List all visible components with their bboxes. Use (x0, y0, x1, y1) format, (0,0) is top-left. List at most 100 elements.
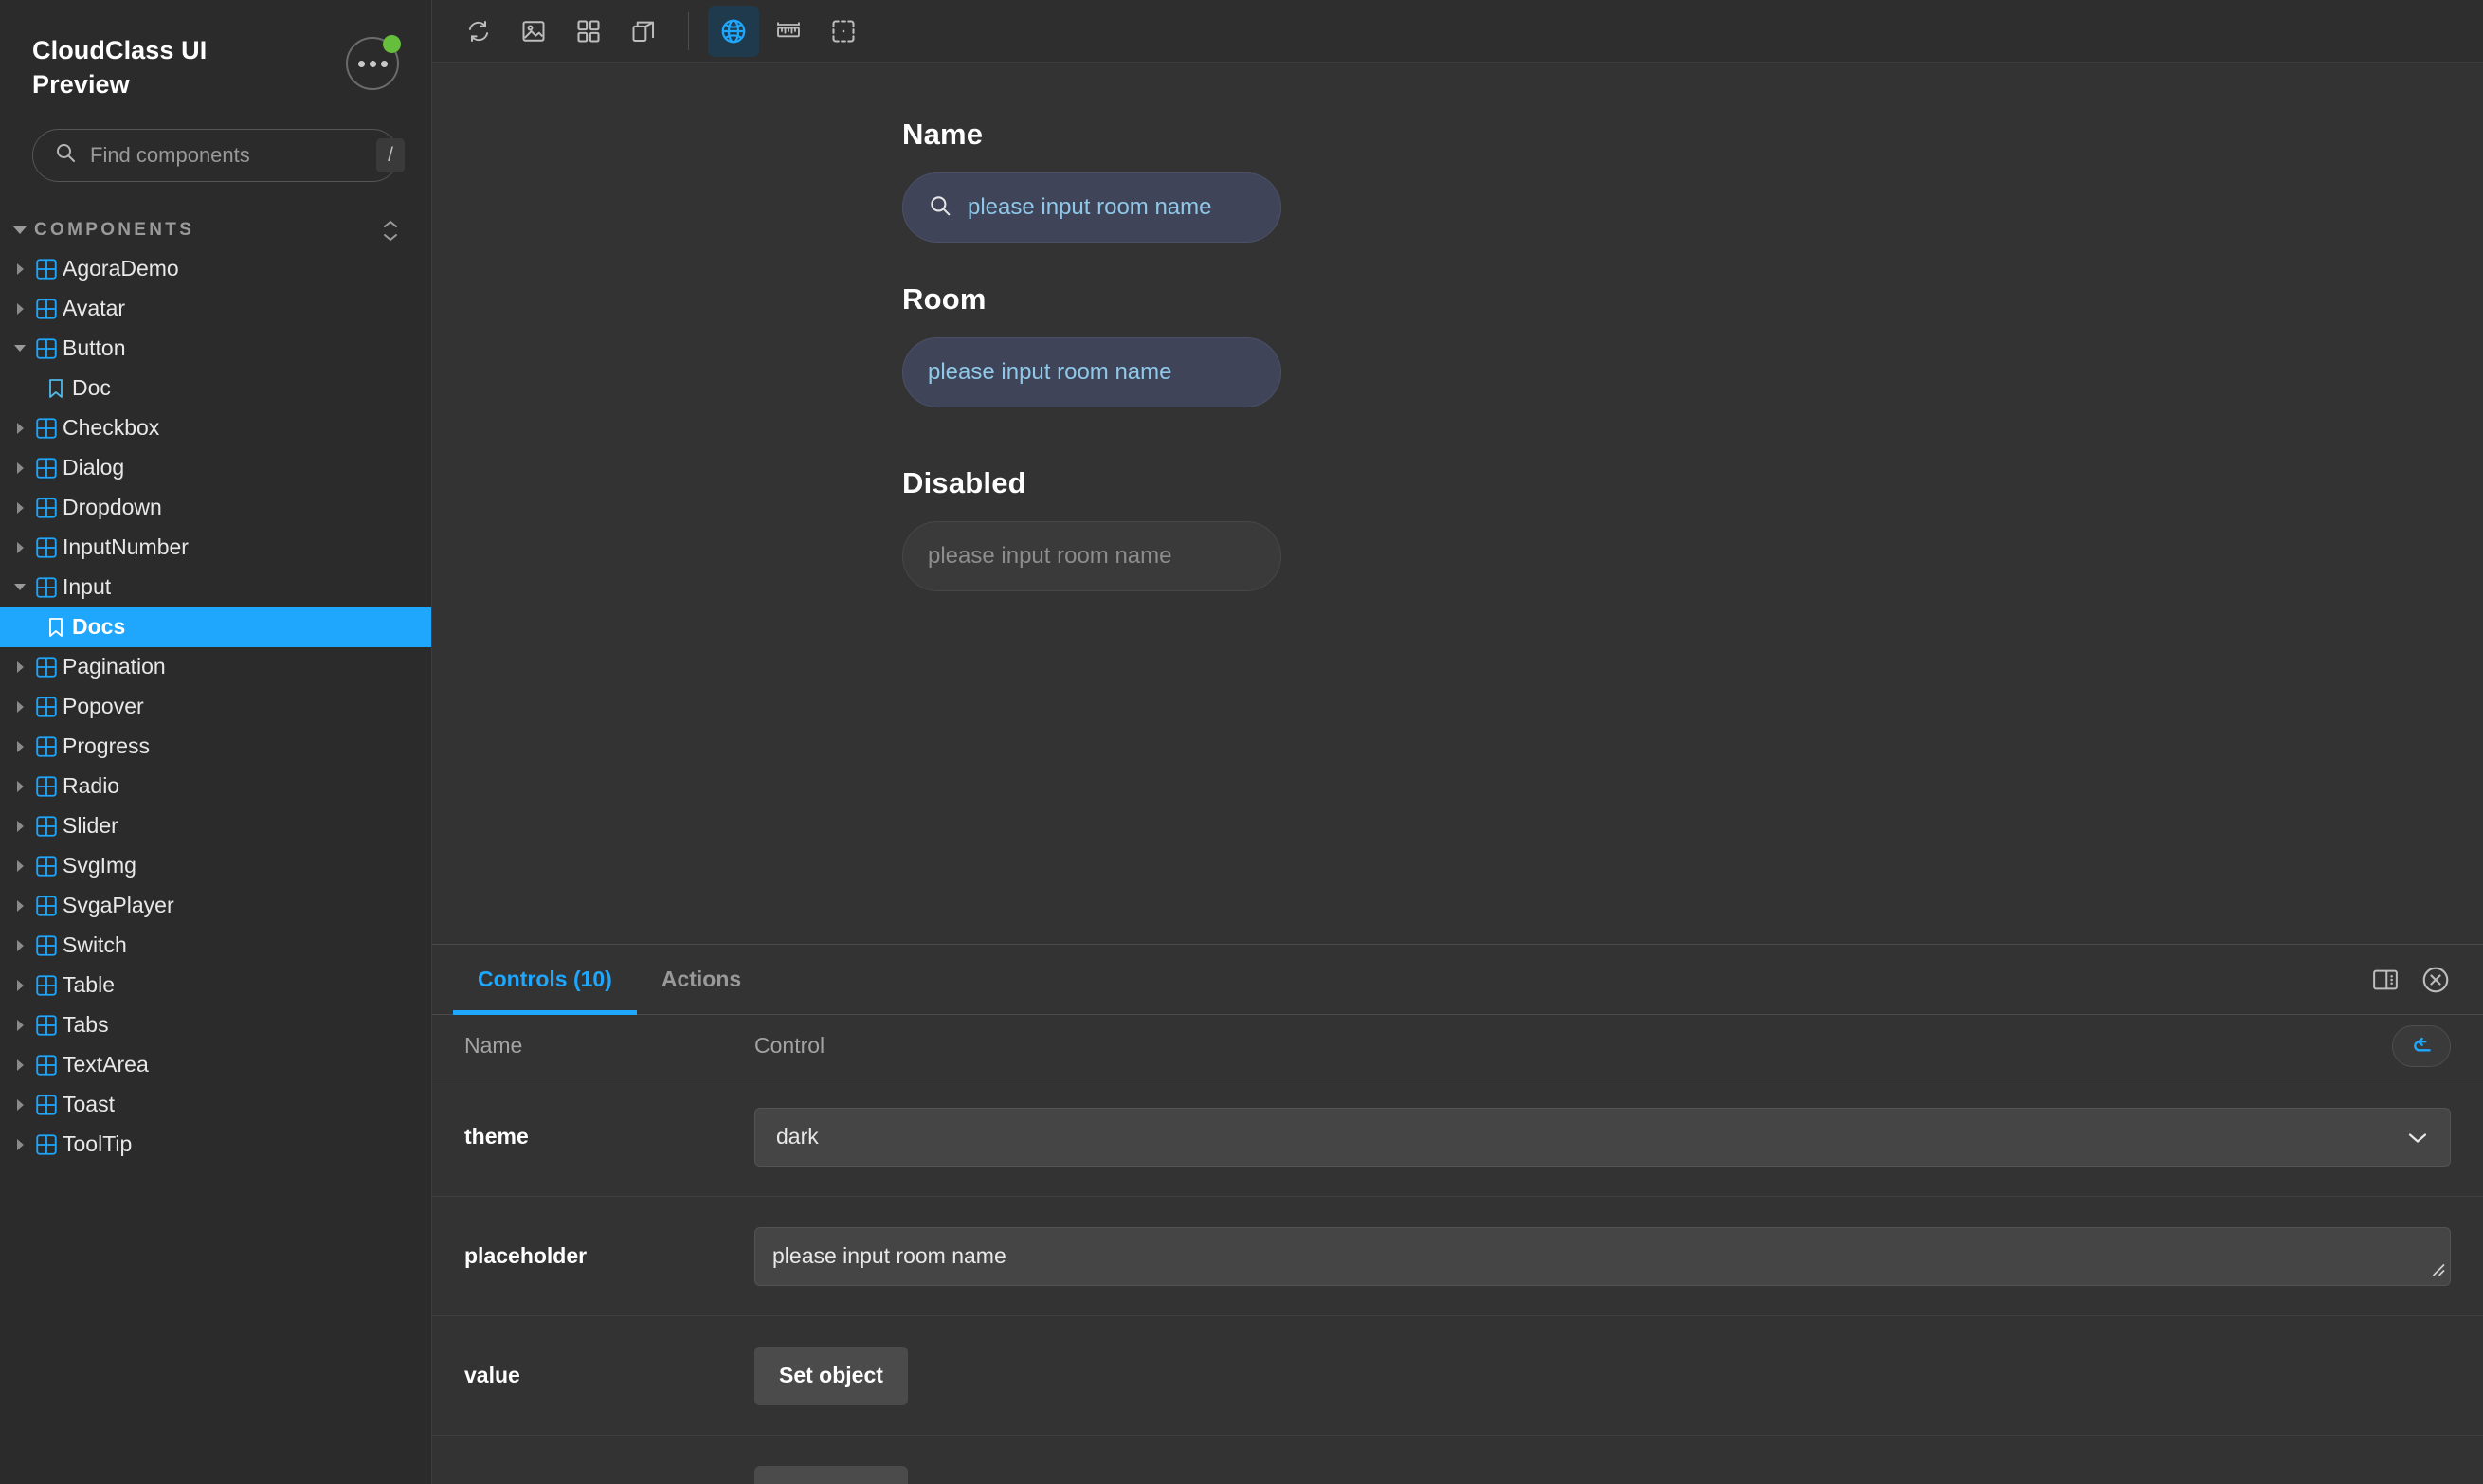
preview-input-name[interactable]: please input room name (902, 172, 1281, 243)
chevron-right-icon[interactable] (9, 262, 30, 275)
chevron-right-icon[interactable] (9, 860, 30, 872)
sidebar-item-doc[interactable]: Doc (0, 369, 431, 408)
component-grid-icon (30, 973, 63, 998)
sidebar-item-svgimg[interactable]: SvgImg (0, 846, 431, 886)
toolbar-grid-icon[interactable] (563, 6, 614, 57)
chevron-right-icon[interactable] (9, 1098, 30, 1111)
control-select-value: dark (776, 1124, 819, 1149)
toolbar-selection-icon[interactable] (818, 6, 869, 57)
component-grid-icon (30, 456, 63, 480)
chevron-right-icon[interactable] (9, 979, 30, 991)
sidebar-item-label: SvgImg (63, 853, 136, 878)
sidebar-item-label: ToolTip (63, 1131, 133, 1157)
component-grid-icon (30, 257, 63, 281)
sidebar-item-table[interactable]: Table (0, 966, 431, 1005)
chevron-right-icon[interactable] (9, 820, 30, 832)
component-grid-icon (30, 535, 63, 560)
component-grid-icon (30, 734, 63, 759)
control-row-placeholder: placeholder please input room name (432, 1197, 2483, 1316)
chevron-right-icon[interactable] (9, 1019, 30, 1031)
chevron-down-icon[interactable] (9, 584, 30, 591)
sidebar-item-input[interactable]: Input (0, 568, 431, 607)
sidebar-item-svgaplayer[interactable]: SvgaPlayer (0, 886, 431, 926)
sidebar-item-popover[interactable]: Popover (0, 687, 431, 727)
toolbar-globe-icon[interactable] (708, 5, 759, 57)
sidebar-item-tabs[interactable]: Tabs (0, 1005, 431, 1045)
sidebar-item-progress[interactable]: Progress (0, 727, 431, 767)
chevron-right-icon[interactable] (9, 541, 30, 553)
control-row-size: sizeSet object (432, 1436, 2483, 1484)
control-name: theme (464, 1124, 529, 1149)
preview-block-heading: Name (902, 118, 984, 151)
chevron-right-icon[interactable] (9, 700, 30, 713)
toolbar-ruler-icon[interactable] (763, 6, 814, 57)
search-input[interactable] (90, 142, 363, 168)
sidebar-item-label: Button (63, 335, 126, 361)
control-cell: please input room name (754, 1226, 2451, 1286)
control-select-theme[interactable]: dark (754, 1107, 2451, 1167)
control-set-object-value[interactable]: Set object (754, 1346, 908, 1405)
preview-block-name: Name please input room name (902, 118, 2483, 243)
control-cell: Set object (754, 1465, 2451, 1484)
control-cell: dark (754, 1107, 2451, 1167)
control-textarea-placeholder[interactable]: please input room name (754, 1226, 2451, 1286)
component-grid-icon (30, 575, 63, 600)
chevron-right-icon[interactable] (9, 302, 30, 315)
sidebar-item-slider[interactable]: Slider (0, 806, 431, 846)
reset-controls-button[interactable] (2392, 1024, 2451, 1067)
search-shortcut-key: / (376, 137, 405, 172)
chevron-right-icon[interactable] (9, 422, 30, 434)
panel-tab-bar: Controls (10) Actions (432, 945, 2483, 1015)
preview-block-heading: Room (902, 282, 987, 316)
sidebar: CloudClass UI Preview / COMPONENTS (0, 0, 432, 1484)
chevron-down-icon (13, 226, 27, 235)
toolbar-remount-icon[interactable] (453, 6, 504, 57)
sidebar-item-button[interactable]: Button (0, 329, 431, 369)
sidebar-item-toast[interactable]: Toast (0, 1085, 431, 1125)
tab-actions[interactable]: Actions (637, 945, 766, 1014)
sidebar-item-label: AgoraDemo (63, 256, 179, 281)
sidebar-item-radio[interactable]: Radio (0, 767, 431, 806)
sidebar-item-dropdown[interactable]: Dropdown (0, 488, 431, 528)
chevron-right-icon[interactable] (9, 1059, 30, 1071)
control-set-object-size[interactable]: Set object (754, 1465, 908, 1484)
sidebar-item-inputnumber[interactable]: InputNumber (0, 528, 431, 568)
sidebar-item-checkbox[interactable]: Checkbox (0, 408, 431, 448)
sidebar-item-pagination[interactable]: Pagination (0, 647, 431, 687)
search-box[interactable]: / (32, 128, 405, 182)
chevron-down-icon[interactable] (9, 345, 30, 353)
components-section-header[interactable]: COMPONENTS (0, 220, 431, 242)
control-name: placeholder (464, 1243, 588, 1268)
chevron-right-icon[interactable] (9, 899, 30, 912)
toolbar-layers-icon[interactable] (618, 6, 669, 57)
toolbar-zoom-image-icon[interactable] (508, 6, 559, 57)
chevron-right-icon[interactable] (9, 501, 30, 514)
close-icon[interactable] (2420, 965, 2451, 995)
tab-controls[interactable]: Controls (10) (453, 945, 637, 1015)
component-grid-icon (30, 1013, 63, 1038)
sidebar-item-dialog[interactable]: Dialog (0, 448, 431, 488)
sidebar-item-label: SvgaPlayer (63, 893, 174, 918)
preview-input-room[interactable]: please input room name (902, 337, 1281, 407)
chevron-right-icon[interactable] (9, 661, 30, 673)
chevron-right-icon[interactable] (9, 740, 30, 752)
sidebar-item-textarea[interactable]: TextArea (0, 1045, 431, 1085)
sidebar-item-avatar[interactable]: Avatar (0, 289, 431, 329)
control-row-value: value Set object (432, 1316, 2483, 1436)
sidebar-menu-button[interactable] (346, 35, 401, 90)
chevron-right-icon[interactable] (9, 461, 30, 474)
control-cell: Set object (754, 1346, 2451, 1405)
sidebar-item-agorademo[interactable]: AgoraDemo (0, 249, 431, 289)
expand-collapse-all-icon[interactable] (382, 220, 399, 242)
sidebar-item-label: Radio (63, 773, 120, 799)
resize-grip-icon[interactable] (2428, 1257, 2445, 1282)
chevron-right-icon[interactable] (9, 939, 30, 951)
panel-position-icon[interactable] (2371, 966, 2400, 994)
sidebar-item-tooltip[interactable]: ToolTip (0, 1125, 431, 1165)
chevron-right-icon[interactable] (9, 780, 30, 792)
sidebar-item-label: Table (63, 972, 115, 998)
sidebar-item-docs[interactable]: Docs (0, 606, 431, 647)
chevron-right-icon[interactable] (9, 1138, 30, 1150)
control-name: value (464, 1363, 520, 1387)
sidebar-item-switch[interactable]: Switch (0, 926, 431, 966)
